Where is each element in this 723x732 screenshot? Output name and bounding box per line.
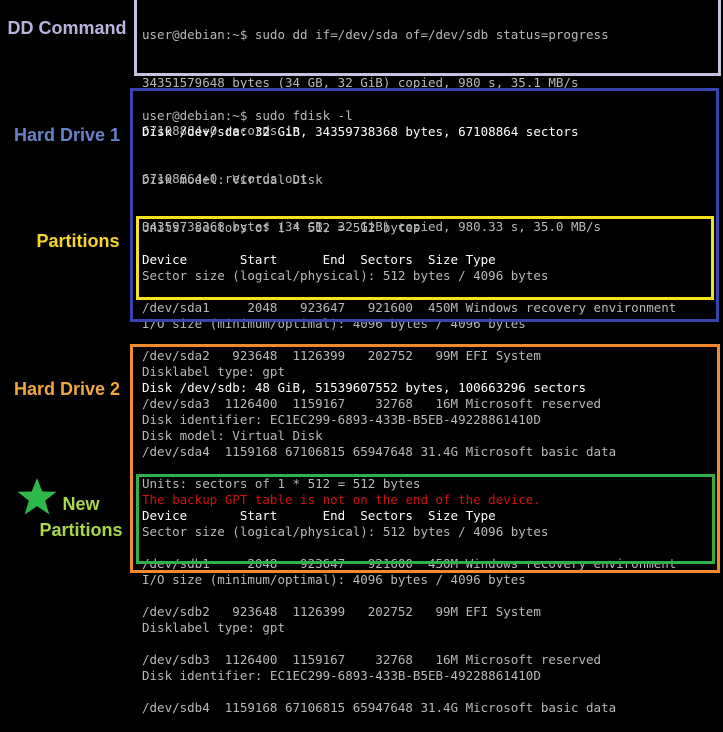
dd-command-label: DD Command <box>7 18 127 38</box>
star-icon <box>17 478 57 515</box>
table-row: /dev/sdb2 923648 1126399 202752 99M EFI … <box>142 604 541 619</box>
hard-drive-2-label: Hard Drive 2 <box>13 379 121 399</box>
dd-command-highlight-box <box>134 0 721 76</box>
table-row: /dev/sdb3 1126400 1159167 32768 16M Micr… <box>142 652 602 667</box>
partitions-2-highlight-box <box>136 474 715 564</box>
table-row: /dev/sdb4 1159168 67106815 65947648 31.4… <box>142 700 617 715</box>
hard-drive-1-label: Hard Drive 1 <box>13 125 121 145</box>
partitions-label: Partitions <box>36 231 120 251</box>
new-partitions-label-line2: Partitions <box>39 520 123 540</box>
partitions-1-highlight-box <box>136 216 714 300</box>
